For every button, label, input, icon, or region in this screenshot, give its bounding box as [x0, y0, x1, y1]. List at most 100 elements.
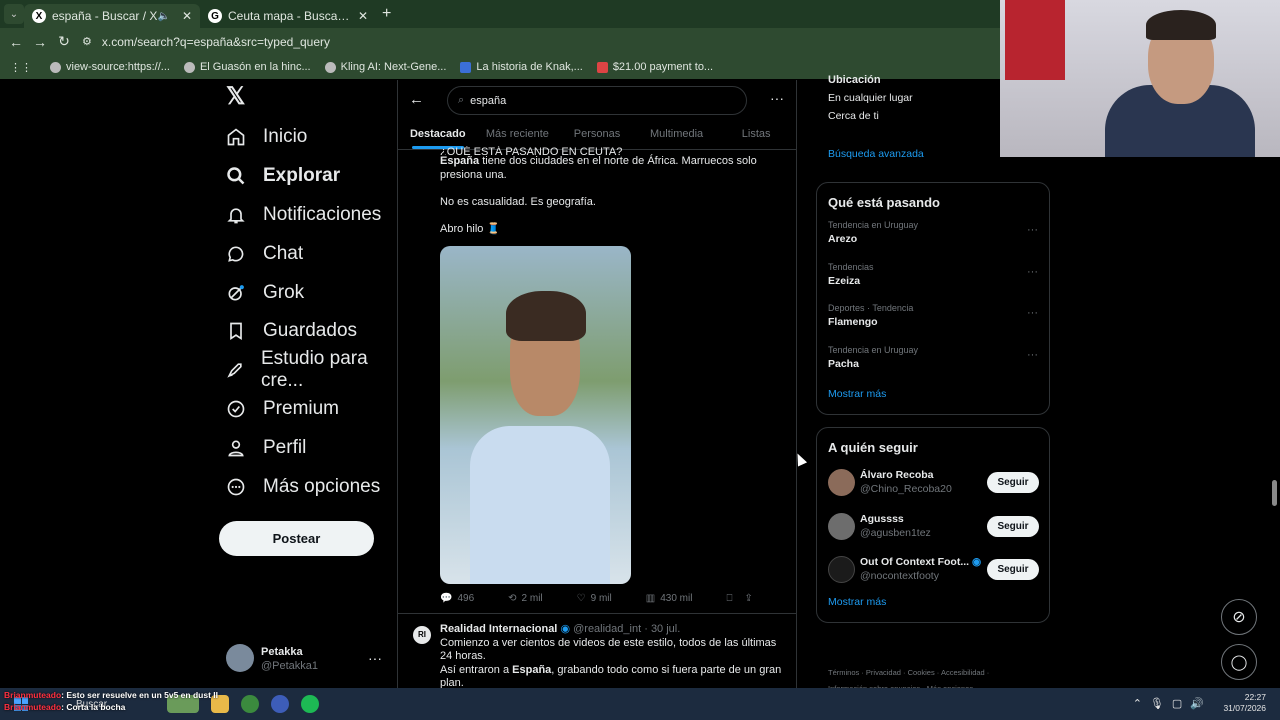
- follow-suggestion[interactable]: Out Of Context Foot... ◉ @nocontextfooty S…: [817, 552, 1049, 596]
- tweet-partial-header: ¿QUÉ ESTÁ PASANDO EN CEUTA?: [440, 146, 623, 155]
- show-more-follow[interactable]: Mostrar más: [817, 596, 1049, 608]
- tweet-text[interactable]: ¿QUÉ ESTÁ PASANDO EN CEUTA? España tiene…: [440, 146, 785, 250]
- tab-destacado[interactable]: Destacado: [398, 118, 478, 149]
- show-more-trends[interactable]: Mostrar más: [817, 388, 1049, 400]
- trend-item[interactable]: Tendencia en Uruguay Pacha ···: [817, 345, 1049, 387]
- bookmark-item[interactable]: La historia de Knak,...: [460, 61, 583, 73]
- bookmark-item[interactable]: view-source:https://...: [50, 61, 170, 73]
- chat-icon: ◯: [1230, 654, 1248, 671]
- forward-icon[interactable]: →: [28, 34, 52, 50]
- advanced-search-link[interactable]: Búsqueda avanzada: [828, 148, 924, 160]
- more-icon: ···: [1027, 265, 1038, 278]
- grok-icon: ⊘: [1232, 609, 1246, 626]
- more-icon: ···: [368, 650, 382, 666]
- primary-nav: 𝕏 Inicio Explorar Notificaciones Chat Gr…: [219, 82, 389, 506]
- repost-button[interactable]: ⟲ 2 mil: [508, 593, 543, 604]
- nav-notificaciones[interactable]: Notificaciones: [219, 196, 389, 235]
- follow-button[interactable]: Seguir: [987, 472, 1039, 493]
- heart-icon: ♡: [576, 593, 586, 604]
- bookmark-button[interactable]: ⎕: [726, 593, 732, 604]
- launcher-icon[interactable]: [271, 695, 290, 713]
- tab-search-button[interactable]: ⌄: [4, 4, 24, 24]
- tab-title: Ceuta mapa - Buscar con Google: [228, 9, 352, 23]
- nav-chat[interactable]: Chat: [219, 234, 389, 273]
- verified-icon: [225, 398, 247, 420]
- bookmark-item[interactable]: El Guasón en la hinc...: [183, 61, 311, 73]
- reply-button[interactable]: 💬 496: [440, 593, 474, 604]
- tab-listas[interactable]: Listas: [716, 118, 796, 149]
- bookmark-item[interactable]: $21.00 payment to...: [596, 61, 713, 73]
- follow-suggestion[interactable]: Álvaro Recoba @Chino_Recoba20 Seguir: [817, 465, 1049, 509]
- tab-title: españa - Buscar / X: [52, 9, 158, 23]
- browser-tab-active[interactable]: X españa - Buscar / X 🔈 ✕: [24, 4, 200, 28]
- url-field[interactable]: x.com/search?q=españa&src=typed_query: [102, 35, 330, 49]
- tweet-actions: 💬 496 ⟲ 2 mil ♡ 9 mil ▥ 430 mil ⎕ ⇪: [440, 593, 785, 604]
- tweet-video[interactable]: [440, 246, 631, 584]
- more-icon: ···: [1027, 348, 1038, 361]
- x-logo-icon[interactable]: 𝕏: [226, 82, 389, 118]
- bookmark-item[interactable]: Kling AI: Next-Gene...: [324, 61, 446, 73]
- tab-personas[interactable]: Personas: [557, 118, 637, 149]
- speaker-icon[interactable]: 🔈: [157, 11, 169, 22]
- follow-suggestion[interactable]: Agussss @agusben1tez Seguir: [817, 509, 1049, 553]
- close-icon[interactable]: ✕: [358, 9, 368, 23]
- who-to-follow-title: A quién seguir: [828, 440, 918, 455]
- nav-guardados[interactable]: Guardados: [219, 312, 389, 351]
- avatar: RI: [413, 626, 431, 644]
- who-to-follow-panel: A quién seguir Álvaro Recoba @Chino_Recob…: [816, 427, 1050, 623]
- new-tab-button[interactable]: +: [382, 5, 391, 23]
- search-icon: [225, 165, 247, 187]
- avatar: [226, 644, 254, 672]
- share-button[interactable]: ⇪: [744, 593, 752, 604]
- tweet-line: Comienzo a ver cientos de videos de este…: [440, 636, 777, 663]
- more-icon[interactable]: ···: [770, 90, 784, 106]
- back-icon[interactable]: ←: [4, 34, 28, 50]
- avatar: [828, 556, 855, 583]
- webcam-overlay: [1000, 0, 1280, 157]
- nav-inicio[interactable]: Inicio: [219, 118, 389, 157]
- search-input[interactable]: ⌕ españa: [447, 86, 747, 115]
- nav-premium[interactable]: Premium: [219, 390, 389, 429]
- site-info-icon[interactable]: ⚙: [82, 35, 92, 48]
- nav-mas-opciones[interactable]: Más opciones: [219, 467, 389, 506]
- trend-item[interactable]: Tendencia en Uruguay Arezo ···: [817, 220, 1049, 262]
- spotify-icon[interactable]: [301, 695, 320, 713]
- verified-icon: ◉: [972, 556, 982, 568]
- trend-item[interactable]: Tendencias Ezeiza ···: [817, 262, 1049, 304]
- tab-multimedia[interactable]: Multimedia: [637, 118, 717, 149]
- stream-chat-overlay: Brianmuteado: Esto ser resuelve en un 5v…: [4, 690, 218, 712]
- close-icon[interactable]: ✕: [182, 9, 192, 23]
- filter-anywhere[interactable]: En cualquier lugar: [828, 92, 913, 104]
- nav-grok[interactable]: Grok: [219, 273, 389, 312]
- nav-explorar[interactable]: Explorar: [219, 157, 389, 196]
- avatar: [828, 512, 855, 540]
- filter-near-you[interactable]: Cerca de ti: [828, 110, 879, 122]
- account-switcher[interactable]: Petakka @Petakka1 ···: [226, 644, 386, 674]
- scrollbar[interactable]: [1272, 480, 1277, 506]
- chrome-icon[interactable]: [241, 695, 260, 713]
- home-icon: [225, 126, 247, 148]
- more-icon: ···: [1027, 224, 1038, 236]
- nav-estudio[interactable]: Estudio para cre...: [219, 348, 389, 391]
- apps-icon[interactable]: ⋮⋮: [10, 61, 32, 74]
- grok-floating-button[interactable]: ⊘: [1221, 599, 1257, 635]
- post-button[interactable]: Postear: [219, 521, 374, 556]
- user-handle: @Petakka1: [261, 660, 319, 672]
- browser-tab[interactable]: G Ceuta mapa - Buscar con Google ✕: [200, 4, 376, 28]
- follow-button[interactable]: Seguir: [987, 515, 1039, 537]
- trend-item[interactable]: Deportes · Tendencia Flamengo ···: [817, 303, 1049, 345]
- clock[interactable]: 22:27 31/07/2026: [1223, 692, 1266, 714]
- back-arrow-icon[interactable]: ←: [409, 91, 424, 108]
- verified-icon: ◉: [560, 623, 571, 635]
- divider: [397, 80, 398, 688]
- follow-button[interactable]: Seguir: [987, 559, 1039, 580]
- like-button[interactable]: ♡ 9 mil: [577, 593, 612, 604]
- tab-mas-reciente[interactable]: Más reciente: [478, 118, 558, 149]
- nav-perfil[interactable]: Perfil: [219, 428, 389, 467]
- system-tray-icons[interactable]: ⌃🎙▢🔊: [1133, 697, 1212, 710]
- views-button[interactable]: ▥ 430 mil: [646, 593, 693, 604]
- search-query: españa: [470, 94, 507, 107]
- reload-icon[interactable]: ↻: [52, 33, 76, 50]
- messages-floating-button[interactable]: ◯: [1221, 644, 1257, 680]
- bookmark-icon: [225, 320, 247, 342]
